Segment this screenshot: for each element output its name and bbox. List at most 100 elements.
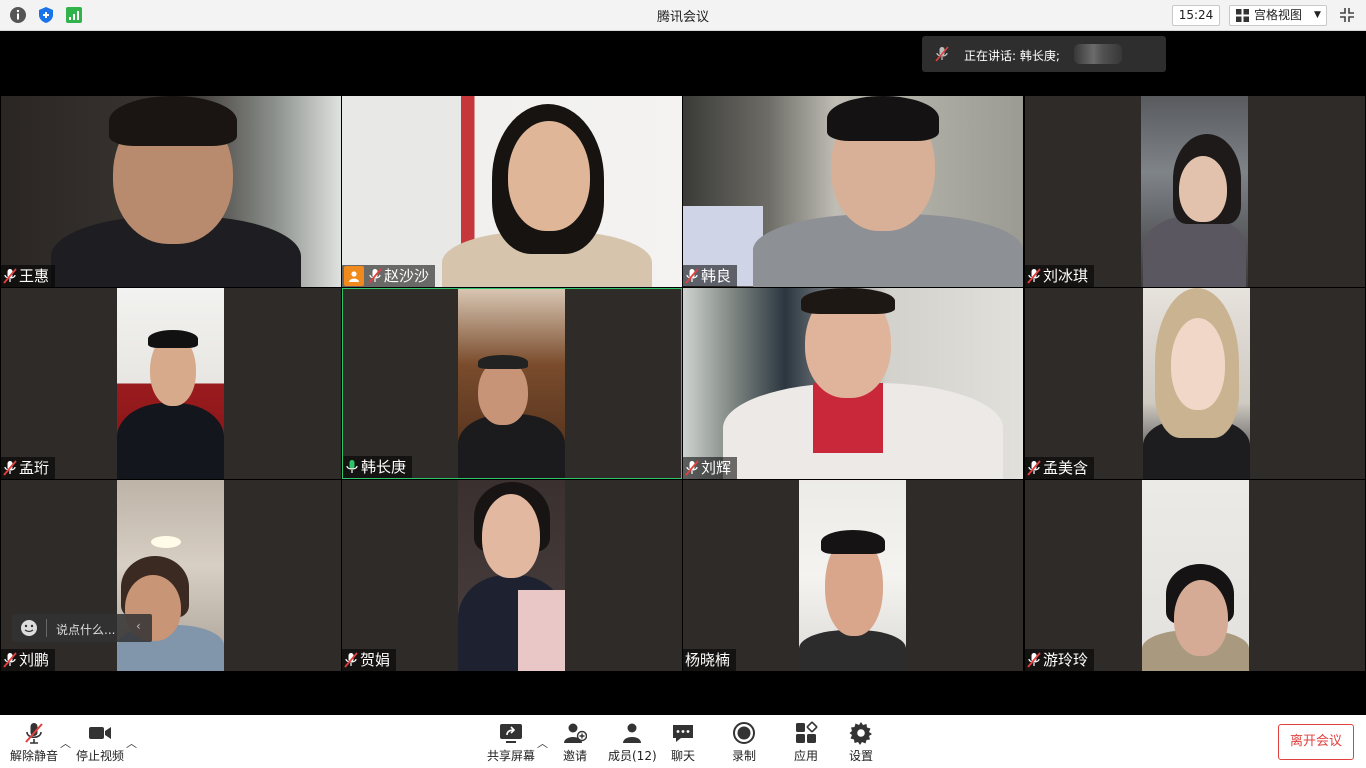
video-tile[interactable]: 刘辉 [683,288,1023,479]
apps-label: 应用 [794,749,819,763]
participant-name-tag: 韩良 [683,265,738,287]
leave-meeting-button[interactable]: 离开会议 [1278,724,1354,760]
video-options-chevron-icon[interactable]: ︿ [126,735,137,751]
audio-options-chevron-icon[interactable]: ︿ [60,735,71,751]
video-feed [1,96,341,287]
share-screen-button[interactable]: 共享屏幕 [487,721,535,764]
invite-label: 邀请 [563,749,588,763]
chat-button[interactable]: 聊天 [671,721,695,764]
participant-name: 韩良 [701,267,732,285]
record-icon [732,721,756,745]
grid-view-icon [1236,9,1249,28]
meeting-toolbar: 解除静音 ︿ 停止视频 ︿ 共享屏幕 ︿ 邀请 成员(12) 聊天 录制 应用 … [0,715,1366,768]
unmute-button[interactable]: 解除静音 [10,721,58,764]
collapse-arrow-icon[interactable]: ‹ [136,619,141,633]
participant-name-tag: 孟美含 [1025,457,1095,479]
members-button[interactable]: 成员(12) [608,721,657,764]
participant-name-tag: 韩长庚 [343,456,413,478]
invite-button[interactable]: 邀请 [563,721,588,764]
app-title: 腾讯会议 [656,10,709,25]
video-tile[interactable]: 王惠 [1,96,341,287]
view-mode-label: 宫格视图 [1254,8,1303,22]
video-tile[interactable]: 孟珩 [1,288,341,479]
participant-name: 游玲玲 [1043,651,1089,669]
participant-name: 杨晓楠 [685,651,731,669]
video-tile[interactable]: 孟美含 [1025,288,1365,479]
exit-fullscreen-icon[interactable] [1338,6,1356,24]
meeting-clock: 15:24 [1172,5,1220,26]
chat-label: 聊天 [671,749,696,763]
video-feed [683,288,1023,479]
participant-name: 孟珩 [19,459,50,477]
add-person-icon [563,721,588,745]
share-screen-label: 共享屏幕 [487,749,536,763]
video-feed [799,480,906,671]
members-icon [608,721,657,745]
participant-name-tag: 孟珩 [1,457,56,479]
settings-button[interactable]: 设置 [849,721,873,764]
apps-button[interactable]: 应用 [794,721,818,764]
participant-name-tag: 赵沙沙 [342,265,436,287]
video-feed [117,480,224,671]
speaker-avatar-blur [1074,44,1122,64]
unmute-label: 解除静音 [10,749,59,763]
record-button[interactable]: 录制 [732,721,756,764]
video-feed [683,96,1023,287]
muted-mic-icon [344,652,358,668]
quick-chat-input[interactable]: 说点什么... ‹ [12,614,152,642]
muted-mic-icon [3,268,17,284]
participant-name-tag: 杨晓楠 [683,649,737,671]
title-bar: 腾讯会议 15:24 宫格视图 ▼ [0,0,1366,31]
video-tile[interactable]: 贺娟 [342,480,682,671]
muted-mic-icon [1027,652,1041,668]
participant-name: 赵沙沙 [384,267,430,285]
muted-mic-icon [685,460,699,476]
participant-name: 韩长庚 [361,458,407,476]
emoji-icon[interactable] [20,619,38,640]
muted-mic-icon [1027,460,1041,476]
video-feed [1143,288,1250,479]
stop-video-label: 停止视频 [76,749,125,763]
video-tile[interactable]: 游玲玲 [1025,480,1365,671]
members-label: 成员(12) [608,749,657,763]
host-badge-icon [344,266,364,286]
video-feed [342,96,682,287]
divider [46,619,47,637]
participant-name-tag: 贺娟 [342,649,397,671]
muted-mic-icon [3,652,17,668]
video-tile[interactable]: 杨晓楠 [683,480,1023,671]
record-label: 录制 [732,749,757,763]
participant-name-tag: 刘辉 [683,457,738,479]
share-options-chevron-icon[interactable]: ︿ [537,735,548,751]
muted-mic-icon [685,268,699,284]
video-tile[interactable]: 韩良 [683,96,1023,287]
active-mic-icon [346,460,358,473]
video-feed [458,480,565,671]
participant-name-tag: 游玲玲 [1025,649,1095,671]
muted-mic-icon [3,460,17,476]
video-tile[interactable]: 赵沙沙 [342,96,682,287]
muted-mic-icon [10,721,58,745]
video-feed [1142,480,1249,671]
video-tile[interactable]: 刘鹏 [1,480,341,671]
video-tile-active-speaker[interactable]: 韩长庚 [342,288,682,479]
video-camera-icon [76,721,124,745]
participant-name-tag: 刘鹏 [1,649,56,671]
participant-name: 刘冰琪 [1043,267,1089,285]
video-feed [117,288,224,479]
participant-name-tag: 王惠 [1,265,56,287]
participant-name: 孟美含 [1043,459,1089,477]
participant-name: 王惠 [19,267,50,285]
video-tile[interactable]: 刘冰琪 [1025,96,1365,287]
muted-mic-icon [1027,268,1041,284]
apps-grid-icon [794,721,818,745]
stop-video-button[interactable]: 停止视频 [76,721,124,764]
view-mode-dropdown[interactable]: 宫格视图 ▼ [1229,5,1327,26]
participant-name-tag: 刘冰琪 [1025,265,1095,287]
participant-name: 刘鹏 [19,651,50,669]
speaking-indicator: 正在讲话: 韩长庚; [922,36,1166,72]
participant-name: 刘辉 [701,459,732,477]
muted-mic-icon [934,46,950,65]
participant-name: 贺娟 [360,651,391,669]
chevron-down-icon: ▼ [1314,10,1321,20]
